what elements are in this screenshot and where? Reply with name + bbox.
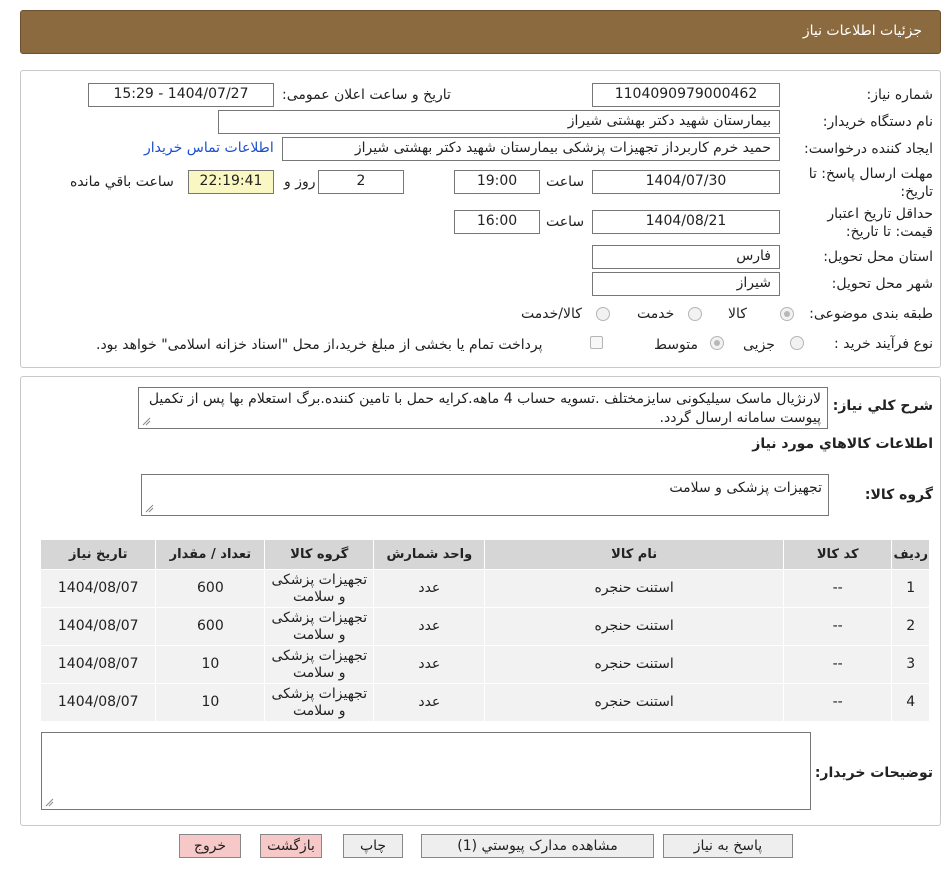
payment-note: پرداخت تمام یا بخشی از مبلغ خرید،از محل … (96, 337, 543, 353)
table-row: 3 -- استنت حنجره عدد تجهیزات پزشکی و سلا… (39, 645, 930, 684)
cell-need-date: 1404/08/07 (39, 569, 157, 608)
cell-goods-code: -- (782, 645, 893, 684)
goods-group-textarea[interactable]: تجهیزات پزشکی و سلامت (141, 474, 829, 516)
cell-row-number: 2 (891, 607, 930, 646)
cell-quantity: 600 (155, 607, 266, 646)
goods-group-resize-handle-icon[interactable] (144, 503, 154, 513)
summary-textarea[interactable]: لارنژیال ماسک سیلیکونی سایزمختلف .تسویه … (138, 387, 828, 429)
cell-unit: عدد (373, 645, 486, 684)
category-option-goods: کالا (728, 306, 747, 322)
category-radio-goods-service[interactable] (596, 307, 610, 321)
cell-unit: عدد (373, 607, 486, 646)
print-button[interactable]: چاپ (343, 834, 403, 858)
cell-need-date: 1404/08/07 (39, 645, 157, 684)
validity-label-line1: حداقل تاریخ اعتبار (827, 206, 933, 222)
cell-goods-name: استنت حنجره (484, 683, 784, 722)
buyer-label: نام دستگاه خریدار: (822, 114, 933, 130)
category-radio-service[interactable] (688, 307, 702, 321)
cell-goods-group: تجهیزات پزشکی و سلامت (264, 683, 375, 722)
cell-goods-name: استنت حنجره (484, 607, 784, 646)
page-title: جزئیات اطلاعات نیاز (802, 23, 922, 39)
remaining-time-field: 22:19:41 (188, 170, 274, 194)
cell-unit: عدد (373, 569, 486, 608)
cell-goods-code: -- (782, 569, 893, 608)
creator-label: ایجاد کننده درخواست: (804, 141, 933, 157)
cell-need-date: 1404/08/07 (39, 683, 157, 722)
cell-goods-code: -- (782, 607, 893, 646)
buyer-field: بیمارستان شهید دکتر بهشتی شیراز (218, 110, 780, 134)
process-label: نوع فرآیند خرید : (834, 336, 933, 352)
cell-row-number: 1 (891, 569, 930, 608)
col-need-date: تاریخ نیاز (39, 539, 157, 570)
city-label: شهر محل تحویل: (831, 276, 933, 292)
category-label: طبقه بندی موضوعی: (809, 306, 933, 322)
cell-unit: عدد (373, 683, 486, 722)
validity-date-field: 1404/08/21 (592, 210, 780, 234)
days-label: روز و (284, 174, 316, 190)
buyer-notes-textarea[interactable] (41, 732, 811, 810)
cell-goods-code: -- (782, 683, 893, 722)
col-goods-name: نام کالا (484, 539, 784, 570)
province-label: استان محل تحویل: (823, 249, 933, 265)
cell-quantity: 600 (155, 569, 266, 608)
goods-group-label: گروه کالا: (864, 487, 933, 503)
summary-label: شرح کلي نياز: (832, 398, 933, 414)
deadline-label-line2: تاریخ: (900, 184, 933, 200)
view-attachments-button[interactable]: مشاهده مدارک پیوستي (1) (421, 834, 654, 858)
table-row: 2 -- استنت حنجره عدد تجهیزات پزشکی و سلا… (39, 607, 930, 646)
deadline-date-field: 1404/07/30 (592, 170, 780, 194)
validity-time-label: ساعت (546, 214, 585, 230)
cell-quantity: 10 (155, 645, 266, 684)
category-option-service: خدمت (637, 306, 675, 322)
cell-goods-name: استنت حنجره (484, 569, 784, 608)
need-number-field: 1104090979000462 (592, 83, 780, 107)
col-goods-group: گروه کالا (264, 539, 375, 570)
days-field: 2 (318, 170, 404, 194)
announce-label: تاریخ و ساعت اعلان عمومی: (282, 87, 451, 103)
table-row: 4 -- استنت حنجره عدد تجهیزات پزشکی و سلا… (39, 683, 930, 722)
goods-section-title: اطلاعات کالاهاي مورد نياز (752, 436, 933, 452)
validity-time-field: 16:00 (454, 210, 540, 234)
process-radio-medium[interactable] (710, 336, 724, 350)
process-radio-minor[interactable] (790, 336, 804, 350)
deadline-time-label: ساعت (546, 174, 585, 190)
process-option-medium: متوسط (654, 337, 698, 353)
goods-table: رديف کد کالا نام کالا واحد شمارش گروه کا… (39, 539, 930, 722)
table-header-row: رديف کد کالا نام کالا واحد شمارش گروه کا… (39, 539, 930, 570)
cell-need-date: 1404/08/07 (39, 607, 157, 646)
creator-field: حمید خرم کاربرداز تجهیزات پزشکی بیمارستا… (282, 137, 780, 161)
cell-goods-group: تجهیزات پزشکی و سلامت (264, 569, 375, 608)
validity-label-line2: قیمت: تا تاریخ: (845, 224, 933, 240)
col-row-number: رديف (891, 539, 930, 570)
treasury-checkbox[interactable] (590, 336, 603, 349)
need-number-label: شماره نیاز: (866, 87, 934, 103)
cell-goods-group: تجهیزات پزشکی و سلامت (264, 607, 375, 646)
col-goods-code: کد کالا (782, 539, 893, 570)
announce-field: 1404/07/27 - 15:29 (88, 83, 274, 107)
page-header: جزئیات اطلاعات نیاز (20, 10, 941, 54)
summary-resize-handle-icon[interactable] (141, 416, 151, 426)
remaining-label: ساعت باقي مانده (70, 174, 174, 190)
back-button[interactable]: بازگشت (260, 834, 322, 858)
buyer-contact-link[interactable]: اطلاعات تماس خریدار (144, 140, 274, 156)
exit-button[interactable]: خروج (179, 834, 241, 858)
deadline-time-field: 19:00 (454, 170, 540, 194)
reply-button[interactable]: پاسخ به نیاز (663, 834, 793, 858)
buyer-notes-resize-handle-icon[interactable] (44, 797, 54, 807)
category-option-goods-service: کالا/خدمت (521, 306, 582, 322)
cell-goods-name: استنت حنجره (484, 645, 784, 684)
cell-quantity: 10 (155, 683, 266, 722)
col-quantity: تعداد / مقدار (155, 539, 266, 570)
table-row: 1 -- استنت حنجره عدد تجهیزات پزشکی و سلا… (39, 569, 930, 608)
process-option-minor: جزیی (743, 337, 775, 353)
province-field: فارس (592, 245, 780, 269)
col-unit: واحد شمارش (373, 539, 486, 570)
deadline-label-line1: مهلت ارسال پاسخ: تا (808, 166, 933, 182)
cell-row-number: 4 (891, 683, 930, 722)
city-field: شیراز (592, 272, 780, 296)
category-radio-goods[interactable] (780, 307, 794, 321)
cell-row-number: 3 (891, 645, 930, 684)
buyer-notes-label: توضیحات خریدار: (814, 765, 933, 781)
cell-goods-group: تجهیزات پزشکی و سلامت (264, 645, 375, 684)
